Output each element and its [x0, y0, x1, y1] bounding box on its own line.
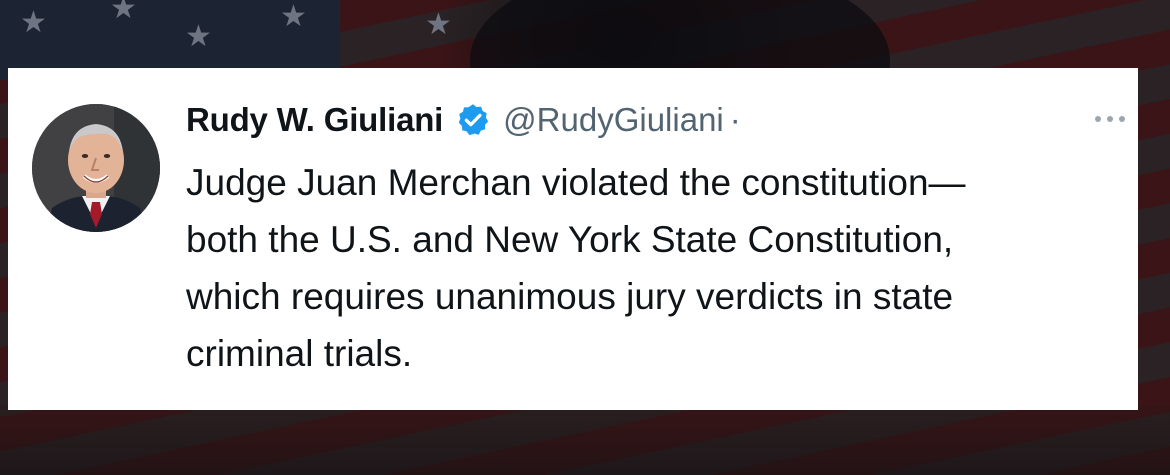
more-dot [1107, 116, 1113, 122]
tweet-header: Rudy W. Giuliani @RudyGiuliani · [186, 96, 741, 144]
tweet-text: Judge Juan Merchan violated the constitu… [186, 162, 966, 374]
flag-star: ★ [20, 6, 47, 39]
display-name[interactable]: Rudy W. Giuliani [186, 101, 443, 139]
more-options-icon[interactable] [1086, 104, 1134, 134]
more-dot [1119, 116, 1125, 122]
more-dot [1095, 116, 1101, 122]
background-shade [0, 405, 1170, 475]
verified-badge-icon [455, 102, 491, 138]
avatar-portrait [32, 104, 160, 232]
separator-dot: · [729, 101, 741, 138]
flag-star: ★ [185, 20, 212, 53]
user-handle[interactable]: @RudyGiuliani [503, 101, 724, 139]
flag-star: ★ [425, 8, 452, 41]
tweet-card[interactable]: Rudy W. Giuliani @RudyGiuliani · Judge J… [8, 68, 1138, 410]
avatar[interactable] [32, 104, 160, 232]
flag-star: ★ [110, 0, 137, 25]
flag-star: ★ [280, 0, 307, 33]
